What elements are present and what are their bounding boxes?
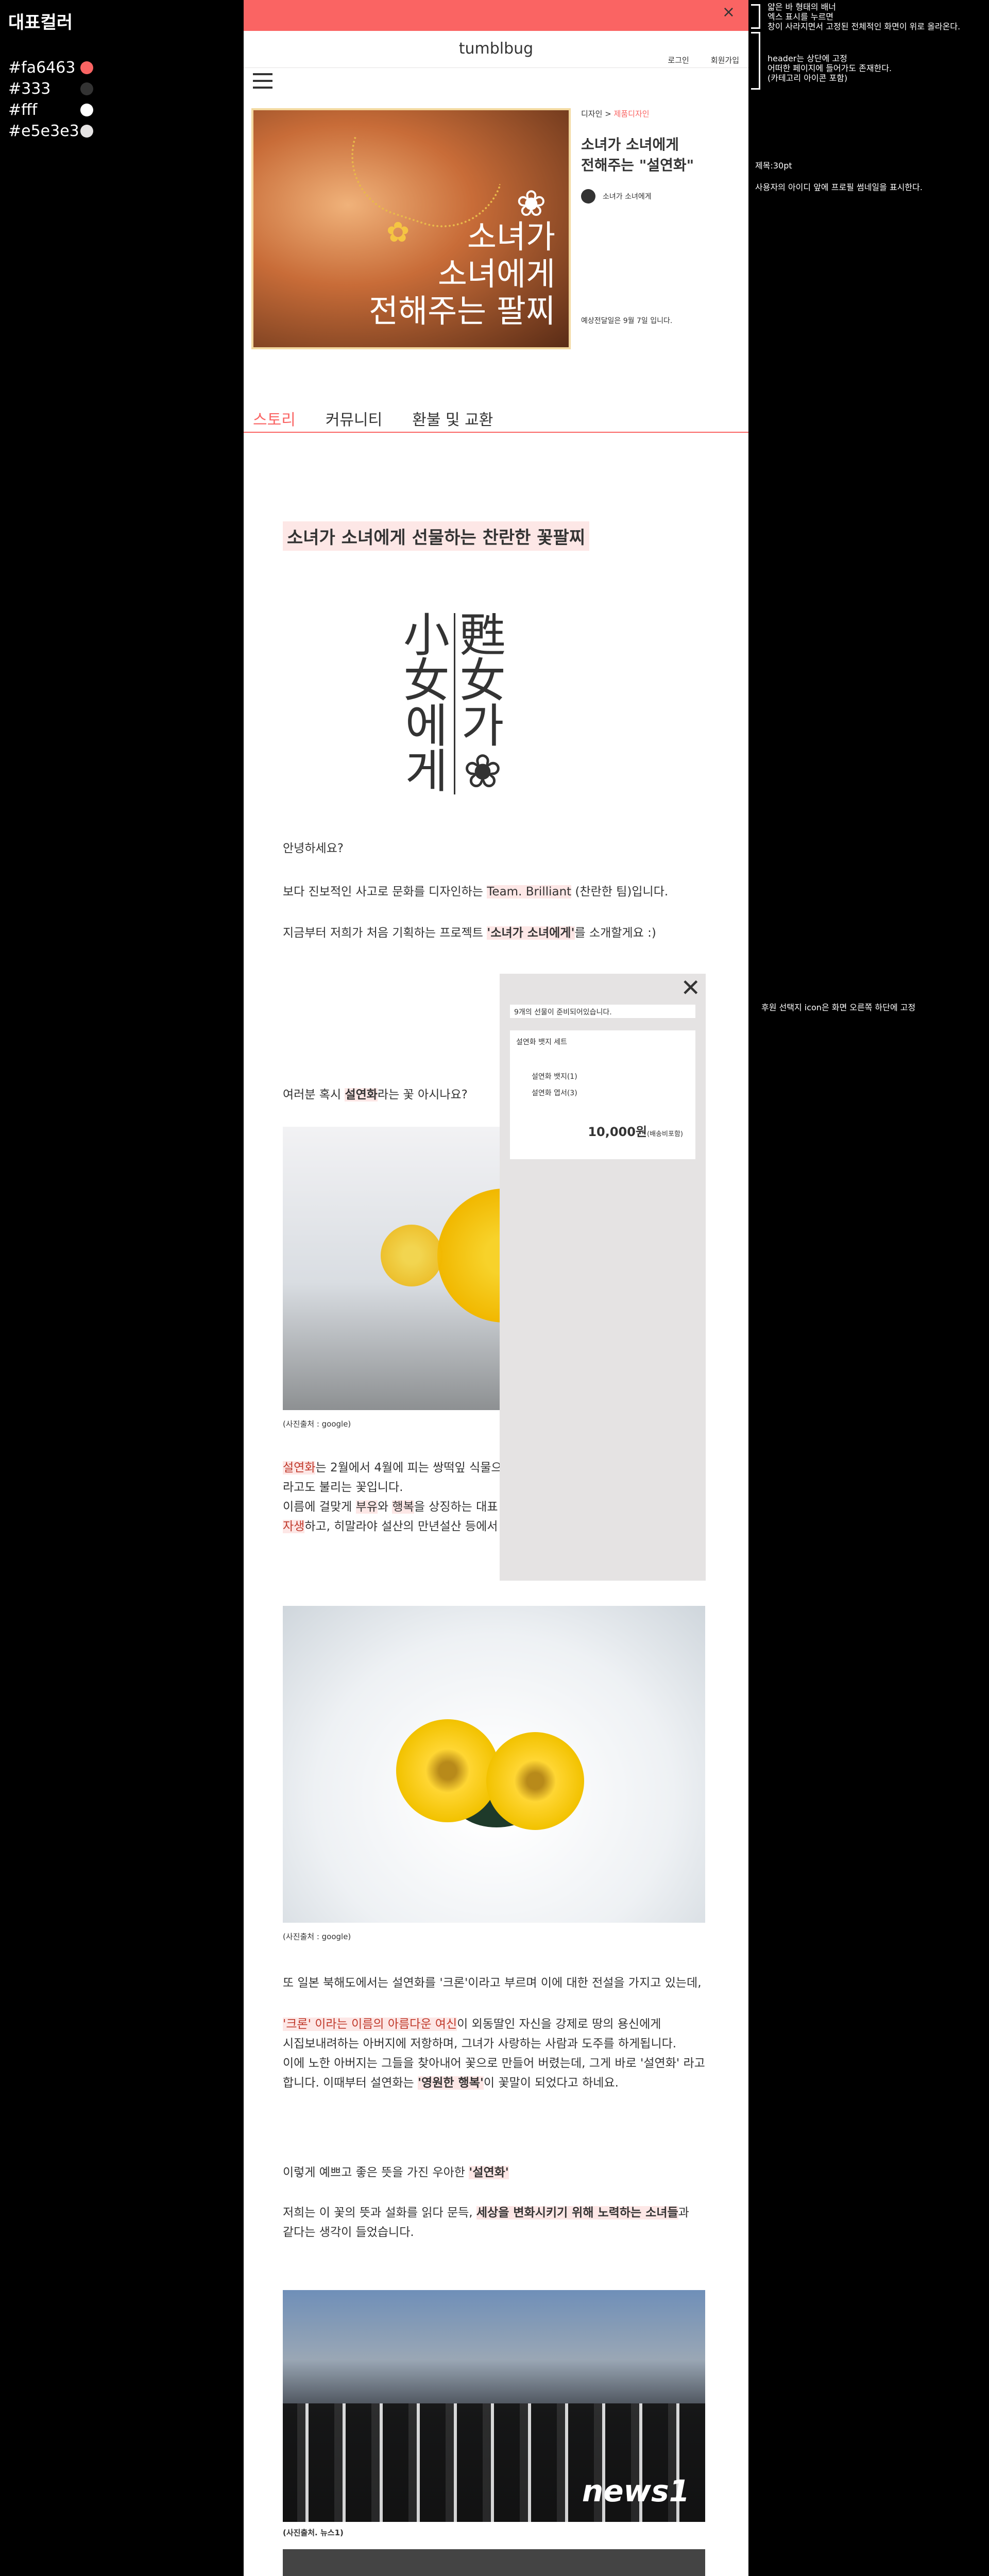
swatch-row: #e5e3e3 — [8, 121, 93, 142]
avatar — [581, 189, 595, 204]
reward-item: 설연화 뱃지(1) — [532, 1073, 577, 1081]
product-image-text: 소녀가 소녀에게 전해주는 팔찌 — [369, 218, 555, 330]
menu-icon[interactable] — [253, 73, 272, 89]
reward-card[interactable]: 설연화 뱃지 세트 설연화 뱃지(1) 설연화 엽서(3) 10,000원(배송… — [510, 1030, 695, 1159]
legend-text: 또 일본 북해도에서는 설연화를 '크론'이라고 부르며 이에 대한 전설을 가… — [283, 1976, 702, 1990]
swatch-dot — [80, 125, 93, 138]
photo-caption: (사진출처 : google) — [283, 1419, 351, 1429]
note-banner: 얇은 바 형태의 배너 엑스 표시를 누르면 창이 사라지면서 고정된 전체적인… — [768, 2, 961, 31]
color-palette: 대표컬러 #fa6463 #333 #fff #e5e3e3 — [8, 8, 93, 142]
tab-bar: 스토리 커뮤니티 환불 및 교환 — [253, 407, 493, 430]
swatch-row: #fa6463 — [8, 57, 93, 78]
adonis-flower-photo — [283, 1606, 705, 1923]
swatch-hex: #fa6463 — [8, 59, 76, 77]
sponsor-close-button[interactable]: ✕ — [680, 976, 701, 999]
tab-refund[interactable]: 환불 및 교환 — [412, 407, 493, 430]
legend-text: '크론' 이라는 이름의 아름다운 여신이 외동딸인 자신을 강제로 땅의 용신… — [283, 2018, 705, 2090]
tab-story[interactable]: 스토리 — [253, 407, 296, 430]
seller[interactable]: 소녀가 소녀에게 — [581, 189, 741, 204]
reward-price: 10,000원(배송비포함) — [588, 1125, 683, 1139]
meaning-text: 이렇게 예쁘고 좋은 뜻을 가진 우아한 '설연화' — [283, 2166, 509, 2179]
photo-caption: (사진출처 : google) — [283, 1932, 351, 1941]
seller-name: 소녀가 소녀에게 — [603, 193, 652, 201]
mobile-page: × tumblbug 로그인 회원가입 ✿ ❀ 소녀가 소녀에게 전해주는 팔찌… — [244, 0, 748, 2576]
tab-underline — [244, 432, 748, 433]
logo-right-column: 甦女 가 ❀ — [459, 608, 506, 799]
photo-caption: (사진출처. 뉴스1) — [283, 2528, 344, 2537]
swatch-dot — [80, 104, 93, 116]
reward-count-notice: 9개의 선물이 준비되어있습니다. — [510, 1005, 695, 1018]
brand-logo-vertical: 小女에게 甦女 가 ❀ — [403, 608, 506, 799]
question-text: 여러분 혹시 설연화라는 꽃 아시나요? — [283, 1088, 468, 1101]
reward-item: 설연화 엽서(3) — [532, 1089, 577, 1097]
note-brace — [751, 4, 760, 29]
breadcrumb-current[interactable]: 제품디자인 — [614, 109, 650, 118]
palette-title: 대표컬러 — [8, 12, 73, 33]
swatch-hex: #333 — [8, 80, 51, 98]
swatch-hex: #e5e3e3 — [8, 122, 79, 140]
swatch-row: #333 — [8, 78, 93, 99]
breadcrumb-separator: > — [605, 109, 611, 118]
flower-description: 설연화는 2월에서 4월에 피는 쌍떡잎 식물으 라고도 불리는 꽃입니다. 이… — [283, 1461, 502, 1533]
breadcrumb: 디자인 > 제품디자인 — [581, 108, 741, 119]
protest-photo: news1 — [283, 2290, 705, 2522]
ship-date: 예상전달일은 9월 7일 입니다. — [581, 317, 673, 325]
tab-community[interactable]: 커뮤니티 — [326, 407, 382, 430]
product-info: 디자인 > 제품디자인 소녀가 소녀에게 전해주는 "설연화" 소녀가 소녀에게 — [581, 108, 741, 204]
user-links: 로그인 회원가입 — [668, 55, 739, 65]
top-banner: × — [244, 0, 748, 31]
swatch-dot — [80, 82, 93, 95]
signup-link[interactable]: 회원가입 — [711, 55, 739, 65]
note-sponsor: 후원 선택지 icon은 화면 오른쪽 하단에 고정 — [761, 1003, 916, 1012]
login-link[interactable]: 로그인 — [668, 55, 689, 65]
logo-left-column: 小女에게 — [403, 608, 450, 799]
note-header: header는 상단에 고정 어떠한 페이지에 들어가도 존재한다. (카테고리… — [768, 54, 892, 83]
reward-set-name: 설연화 뱃지 세트 — [516, 1038, 568, 1046]
product-title: 소녀가 소녀에게 전해주는 "설연화" — [581, 136, 694, 174]
note-brace — [751, 32, 760, 90]
product-image: ✿ ❀ 소녀가 소녀에게 전해주는 팔찌 — [251, 108, 571, 349]
intro-text: 보다 진보적인 사고로 문화를 디자인하는 Team. Brilliant (찬… — [283, 885, 669, 899]
logo-divider — [454, 613, 455, 794]
note-seller: 사용자의 아이디 앞에 프로필 썸네일을 표시한다. — [755, 182, 923, 192]
news1-logo: news1 — [582, 2473, 690, 2509]
sponsor-panel: ✕ 9개의 선물이 준비되어있습니다. 설연화 뱃지 세트 설연화 뱃지(1) … — [500, 974, 706, 1581]
photo-partial — [283, 2549, 705, 2576]
breadcrumb-parent[interactable]: 디자인 — [581, 109, 602, 118]
site-header: tumblbug 로그인 회원가입 — [244, 31, 748, 68]
banner-close-button[interactable]: × — [722, 3, 735, 21]
swatch-dot — [80, 61, 93, 74]
swatch-hex: #fff — [8, 101, 38, 119]
project-text: 지금부터 저희가 처음 기획하는 프로젝트 '소녀가 소녀에게'를 소개할게요 … — [283, 926, 656, 940]
note-title-size: 제목:30pt — [755, 161, 792, 171]
girls-text: 저희는 이 꽃의 뜻과 설화를 읽다 문득, 세상을 변화시키기 위해 노력하는… — [283, 2206, 689, 2239]
swatch-row: #fff — [8, 99, 93, 121]
greeting: 안녕하세요? — [283, 842, 344, 855]
story-headline: 소녀가 소녀에게 선물하는 찬란한 꽃팔찌 — [283, 521, 590, 551]
